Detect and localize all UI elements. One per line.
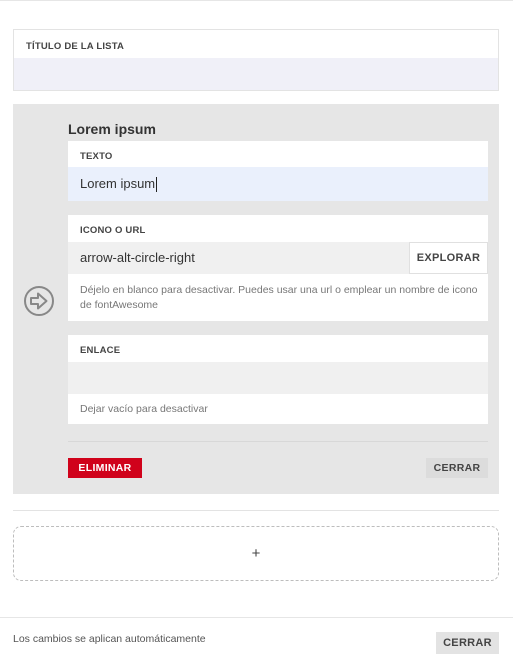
items-divider xyxy=(13,510,499,511)
icono-url-label: ICONO O URL xyxy=(80,225,146,236)
arrow-alt-circle-right-icon xyxy=(24,286,54,316)
list-title-label: TÍTULO DE LA LISTA xyxy=(26,41,125,52)
item-divider xyxy=(68,441,488,442)
texto-label: TEXTO xyxy=(80,151,113,162)
icono-url-input[interactable]: arrow-alt-circle-right xyxy=(68,242,409,274)
top-divider xyxy=(0,0,513,1)
close-item-button[interactable]: CERRAR xyxy=(426,458,488,478)
footer-note: Los cambios se aplican automáticamente xyxy=(13,633,206,645)
close-button[interactable]: CERRAR xyxy=(436,632,499,654)
texto-input[interactable]: Lorem ipsum xyxy=(68,167,488,201)
explore-button[interactable]: EXPLORAR xyxy=(409,242,488,274)
enlace-label: ENLACE xyxy=(80,345,121,356)
enlace-input[interactable] xyxy=(68,362,488,394)
delete-button[interactable]: ELIMINAR xyxy=(68,458,142,478)
enlace-field: ENLACE Dejar vacío para desactivar xyxy=(68,335,488,424)
icono-url-field: ICONO O URL arrow-alt-circle-right EXPLO… xyxy=(68,215,488,321)
icono-url-help: Déjelo en blanco para desactivar. Puedes… xyxy=(80,284,478,311)
list-title-input[interactable] xyxy=(14,58,498,90)
footer-divider xyxy=(0,617,513,618)
texto-field: TEXTO Lorem ipsum xyxy=(68,141,488,201)
enlace-help: Dejar vacío para desactivar xyxy=(80,403,208,415)
item-title: Lorem ipsum xyxy=(68,121,156,137)
texto-value: Lorem ipsum xyxy=(80,176,156,191)
list-item-panel: Lorem ipsum TEXTO Lorem ipsum ICONO O UR… xyxy=(13,104,499,494)
text-caret xyxy=(156,177,158,193)
list-title-field: TÍTULO DE LA LISTA xyxy=(13,29,499,91)
add-item-button[interactable]: + xyxy=(13,526,499,581)
